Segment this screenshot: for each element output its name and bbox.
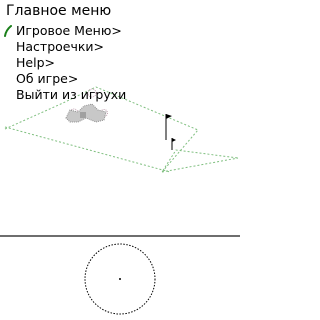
menu-item-game-menu[interactable]: Игровое Меню>	[16, 23, 126, 39]
page-title: Главное меню	[6, 3, 112, 19]
menu-item-exit[interactable]: Выйти из игрухи	[16, 87, 126, 103]
menu-item-help[interactable]: Help>	[16, 55, 126, 71]
goal-flag-icon	[165, 114, 172, 140]
menu-selection-cursor-icon	[4, 25, 12, 37]
menu-item-settings[interactable]: Настроечки>	[16, 39, 126, 55]
menu-item-about[interactable]: Об игре>	[16, 71, 126, 87]
main-menu: Игровое Меню> Настроечки> Help> Об игре>…	[16, 23, 126, 103]
goal-flag-icon	[171, 138, 176, 150]
radar-circle	[84, 243, 156, 315]
